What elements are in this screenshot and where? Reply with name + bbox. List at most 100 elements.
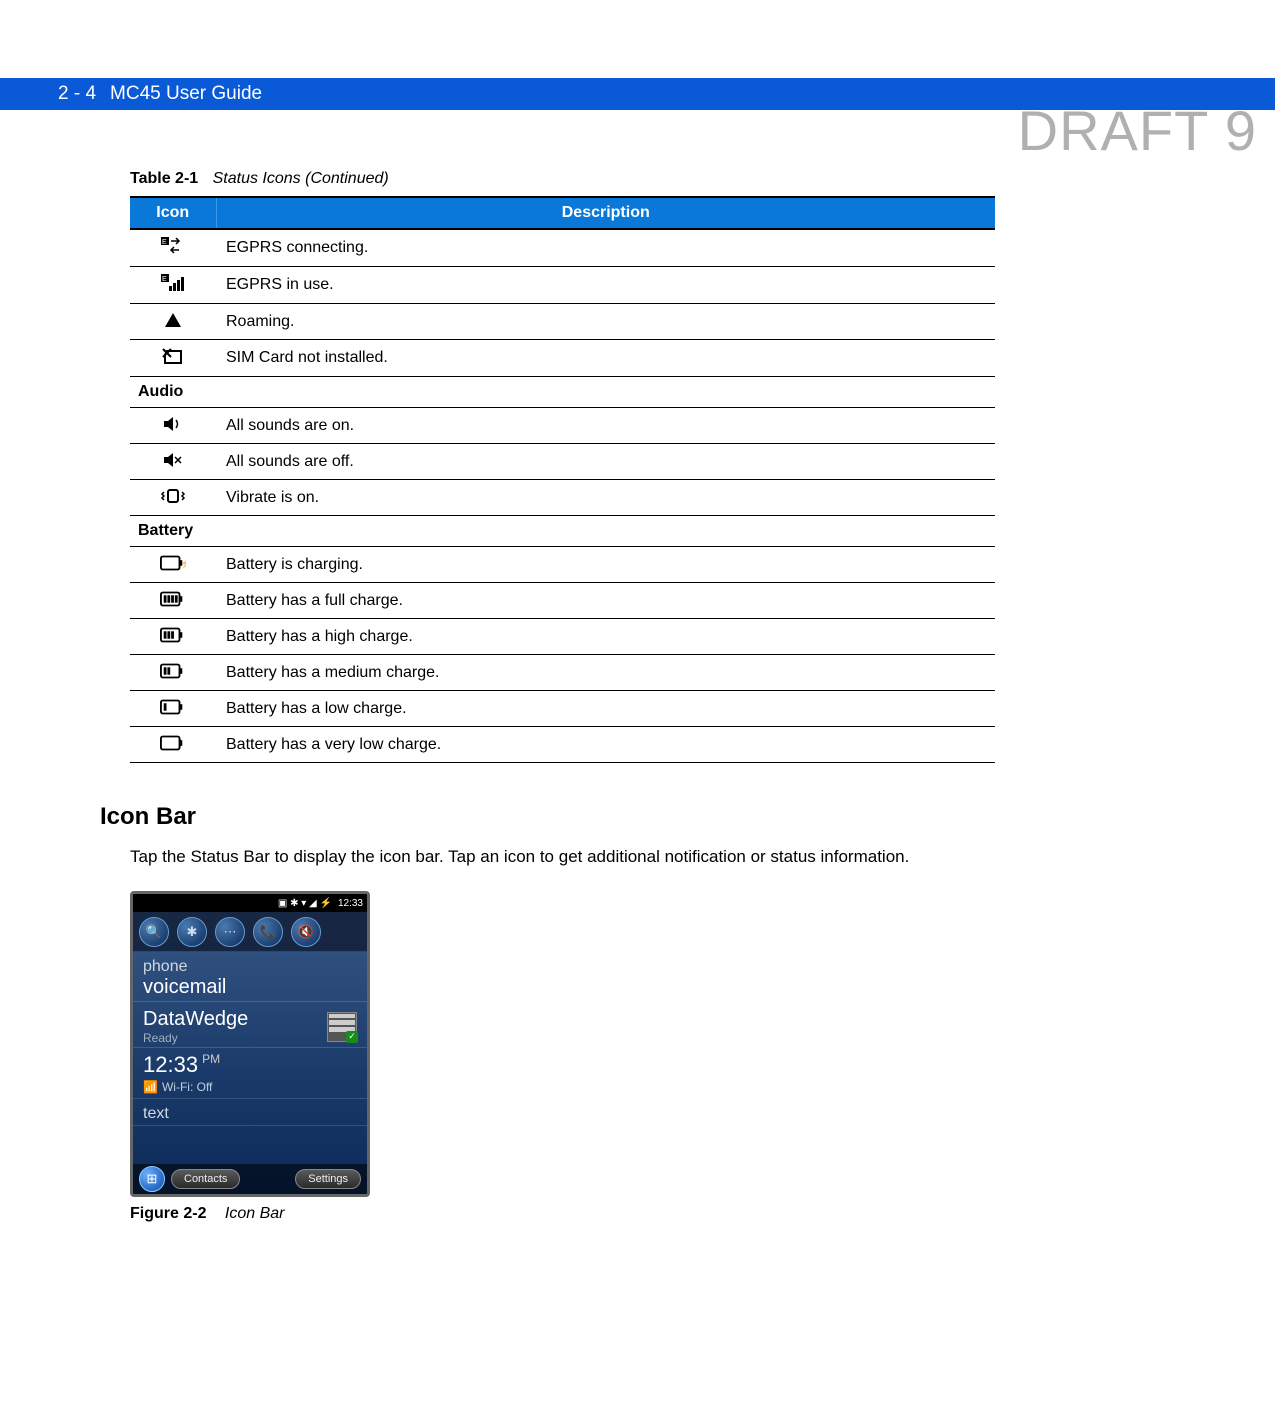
datawedge-icon: ✓ [327,1012,357,1042]
phone-item-text: text [133,1099,367,1126]
section-body-text: Tap the Status Bar to display the icon b… [130,847,1215,867]
battery-high-icon [160,625,186,645]
icon-cell [130,655,216,691]
col-header-icon: Icon [130,197,216,229]
phone-item2-sub: Ready [143,1031,248,1045]
table-row: All sounds are off. [130,444,995,480]
iconbar-button-4: 🔇 [291,917,321,947]
section-label: Battery [130,516,995,547]
section-label: Audio [130,377,995,408]
icon-cell: E [130,229,216,267]
phone-icon-bar: 🔍 ✱ ⋯ 📞 🔇 [133,912,367,952]
description-cell: Battery has a low charge. [216,691,995,727]
svg-text:E: E [162,239,167,246]
iconbar-button-0: 🔍 [139,917,169,947]
icon-cell [130,583,216,619]
icon-cell [130,304,216,340]
table-caption-title: Status Icons (Continued) [213,170,389,187]
phone-item2-main: DataWedge [143,1008,248,1031]
section-heading-icon-bar: Icon Bar [100,803,1215,831]
description-cell: Battery has a high charge. [216,619,995,655]
description-cell: Battery has a very low charge. [216,727,995,763]
battery-medium-icon [160,661,186,681]
phone-clock-row: 12:33 PM 📶 Wi-Fi: Off [133,1048,367,1099]
figure-caption: Figure 2-2 Icon Bar [130,1205,1215,1223]
guide-title: MC45 User Guide [110,83,262,105]
table-row: ⚡ Battery is charging. [130,547,995,583]
icon-cell [130,340,216,377]
status-glyphs: ▣ ✱ ▾ ◢ ⚡ [278,898,332,909]
battery-charging-icon: ⚡ [160,553,186,573]
sound-off-icon [160,450,186,470]
icon-cell [130,480,216,516]
page-number: 2 - 4 [58,83,96,105]
table-row: E EGPRS in use. [130,267,995,304]
description-cell: Vibrate is on. [216,480,995,516]
egprs-connecting-icon: E [160,236,186,256]
icon-cell: E [130,267,216,304]
table-row: Battery has a high charge. [130,619,995,655]
phone-clock-time: 12:33 [143,1052,198,1077]
phone-item-voicemail: phone voicemail [133,952,367,1002]
egprs-in-use-icon: E [160,273,186,293]
roaming-icon [160,310,186,330]
battery-very-low-icon: ! [160,733,186,753]
table-row: Roaming. [130,304,995,340]
table-row: ! Battery has a very low charge. [130,727,995,763]
wifi-off-icon: 📶 [143,1080,158,1094]
svg-text:!: ! [179,739,182,750]
phone-bottom-bar: ⊞ Contacts Settings [133,1164,367,1194]
battery-full-icon [160,589,186,609]
description-cell: EGPRS in use. [216,267,995,304]
table-row: Battery has a low charge. [130,691,995,727]
table-caption-label: Table 2-1 [130,170,198,187]
table-caption: Table 2-1 Status Icons (Continued) [130,170,1215,188]
svg-text:⚡: ⚡ [180,558,186,570]
description-cell: SIM Card not installed. [216,340,995,377]
icon-cell: ⚡ [130,547,216,583]
description-cell: All sounds are off. [216,444,995,480]
description-cell: Roaming. [216,304,995,340]
icon-cell [130,408,216,444]
section-row: Battery [130,516,995,547]
description-cell: All sounds are on. [216,408,995,444]
table-row: Battery has a medium charge. [130,655,995,691]
phone-status-bar: ▣ ✱ ▾ ◢ ⚡ 12:33 [133,894,367,912]
table-row: E EGPRS connecting. [130,229,995,267]
icon-cell [130,619,216,655]
start-button-icon: ⊞ [139,1166,165,1192]
icon-cell: ! [130,727,216,763]
iconbar-button-2: ⋯ [215,917,245,947]
description-cell: EGPRS connecting. [216,229,995,267]
phone-item1-sub: phone [143,958,357,976]
phone-screenshot: ▣ ✱ ▾ ◢ ⚡ 12:33 🔍 ✱ ⋯ 📞 🔇 phone voicemail Da… [130,891,370,1197]
section-row: Audio [130,377,995,408]
table-row: All sounds are on. [130,408,995,444]
description-cell: Battery has a full charge. [216,583,995,619]
icon-cell [130,444,216,480]
iconbar-button-3: 📞 [253,917,283,947]
phone-clock-ampm: PM [202,1052,220,1066]
battery-low-icon [160,697,186,717]
figure-label: Figure 2-2 [130,1205,206,1222]
phone-status-time: 12:33 [338,898,363,909]
soft-key-contacts: Contacts [171,1169,240,1189]
iconbar-button-1: ✱ [177,917,207,947]
phone-wifi-row: 📶 Wi-Fi: Off [143,1080,357,1094]
icon-cell [130,691,216,727]
figure-title: Icon Bar [225,1205,285,1222]
soft-key-settings: Settings [295,1169,361,1189]
table-row: SIM Card not installed. [130,340,995,377]
description-cell: Battery is charging. [216,547,995,583]
vibrate-icon [160,486,186,506]
sound-on-icon [160,414,186,434]
description-cell: Battery has a medium charge. [216,655,995,691]
no-sim-icon [160,346,186,366]
table-row: Vibrate is on. [130,480,995,516]
phone-item-datawedge: DataWedge Ready ✓ [133,1002,367,1048]
phone-item3: text [143,1105,357,1123]
watermark-text: DRAFT 9 [1018,98,1257,163]
status-icons-table: Icon Description EEGPRS connecting.EEGPR… [130,196,995,763]
phone-wifi-label: Wi-Fi: Off [162,1080,212,1094]
svg-text:E: E [162,276,167,283]
